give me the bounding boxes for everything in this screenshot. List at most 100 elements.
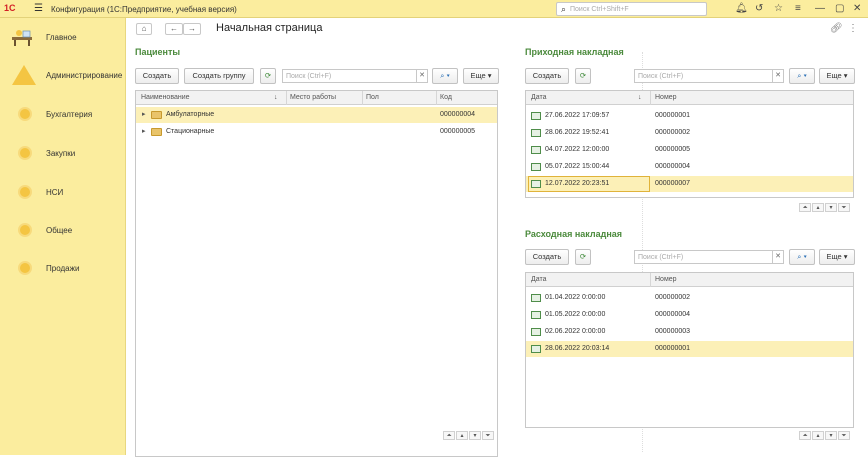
history-icon[interactable]: ↺ bbox=[755, 3, 763, 14]
patients-create-button[interactable]: Создать bbox=[135, 68, 179, 84]
table-row[interactable]: 01.04.2022 0:00:00 000000002 bbox=[526, 290, 853, 306]
sidebar-item-purchases[interactable]: Закупки bbox=[0, 139, 126, 169]
table-row[interactable]: ▸ Амбулаторные 000000004 bbox=[136, 107, 497, 123]
patients-refresh-button[interactable]: ⟳ bbox=[260, 68, 276, 84]
sidebar-item-nsi[interactable]: НСИ bbox=[0, 178, 126, 208]
col-date-header[interactable]: Дата bbox=[531, 276, 547, 283]
document-icon bbox=[531, 163, 541, 171]
page-down-icon[interactable]: ▾ bbox=[469, 431, 481, 440]
page-up-icon[interactable]: ▴ bbox=[456, 431, 468, 440]
table-row[interactable]: 04.07.2022 12:00:00 000000005 bbox=[526, 142, 853, 158]
table-row[interactable]: 02.06.2022 0:00:00 000000003 bbox=[526, 324, 853, 340]
outgoing-search-input[interactable]: Поиск (Ctrl+F) ✕ bbox=[634, 250, 784, 264]
table-row[interactable]: 28.06.2022 20:03:14 000000001 bbox=[526, 341, 853, 357]
table-row[interactable]: ▸ Стационарные 000000005 bbox=[136, 124, 497, 140]
title-bar: 1С ☰ Конфигурация (1С:Предприятие, учебн… bbox=[0, 0, 868, 18]
sidebar-item-main[interactable]: Главное bbox=[0, 23, 126, 53]
sort-icon: ↓ bbox=[638, 94, 642, 101]
search-placeholder: Поиск (Ctrl+F) bbox=[638, 254, 684, 261]
clear-search-icon[interactable]: ✕ bbox=[772, 70, 783, 82]
outgoing-pager[interactable]: ⏶ ▴ ▾ ⏷ bbox=[799, 430, 851, 440]
col-number-header[interactable]: Номер bbox=[655, 276, 677, 283]
menu-icon[interactable]: ☰ bbox=[34, 3, 43, 14]
incoming-pager[interactable]: ⏶ ▴ ▾ ⏷ bbox=[799, 202, 851, 212]
minimize-icon[interactable]: — bbox=[815, 3, 825, 14]
patients-search-button[interactable]: ⌕ ▾ bbox=[432, 68, 458, 84]
incoming-more-button[interactable]: Еще ▾ bbox=[819, 68, 855, 84]
star-icon[interactable]: ☆ bbox=[774, 3, 783, 14]
sidebar-item-label: НСИ bbox=[46, 188, 64, 197]
bell-icon[interactable]: 🔔︎ bbox=[735, 3, 748, 14]
patients-search-input[interactable]: Поиск (Ctrl+F) ✕ bbox=[282, 69, 428, 83]
first-page-icon[interactable]: ⏶ bbox=[443, 431, 455, 440]
col-number-header[interactable]: Номер bbox=[655, 94, 677, 101]
last-page-icon[interactable]: ⏷ bbox=[838, 203, 850, 212]
incoming-refresh-button[interactable]: ⟳ bbox=[575, 68, 591, 84]
settings-menu-icon[interactable]: ≡ bbox=[795, 3, 801, 14]
outgoing-more-button[interactable]: Еще ▾ bbox=[819, 249, 855, 265]
document-icon bbox=[531, 311, 541, 319]
row-date: 02.06.2022 0:00:00 bbox=[545, 328, 606, 335]
clear-search-icon[interactable]: ✕ bbox=[772, 251, 783, 263]
table-row[interactable]: 28.06.2022 19:52:41 000000002 bbox=[526, 125, 853, 141]
sort-icon: ↓ bbox=[274, 94, 278, 101]
outgoing-table[interactable]: Дата Номер 01.04.2022 0:00:00 000000002 … bbox=[525, 272, 854, 428]
row-date: 28.06.2022 20:03:14 bbox=[545, 345, 610, 352]
outgoing-refresh-button[interactable]: ⟳ bbox=[575, 249, 591, 265]
sidebar-item-sales[interactable]: Продажи bbox=[0, 254, 126, 284]
first-page-icon[interactable]: ⏶ bbox=[799, 431, 811, 440]
row-number: 000000002 bbox=[655, 129, 691, 136]
folder-icon bbox=[151, 128, 162, 136]
incoming-table[interactable]: Дата ↓ Номер 27.06.2022 17:09:57 0000000… bbox=[525, 90, 854, 198]
sidebar-item-accounting[interactable]: Бухгалтерия bbox=[0, 100, 126, 130]
table-row[interactable]: 12.07.2022 20:23:51 000000007 bbox=[526, 176, 853, 192]
document-icon bbox=[531, 345, 541, 353]
outgoing-create-button[interactable]: Создать bbox=[525, 249, 569, 265]
section-icon bbox=[18, 185, 32, 199]
sidebar-item-general[interactable]: Общее bbox=[0, 216, 126, 246]
sidebar-item-label: Администрирование bbox=[46, 71, 123, 80]
col-name-header[interactable]: Наименование bbox=[141, 94, 190, 101]
page-down-icon[interactable]: ▾ bbox=[825, 431, 837, 440]
table-row[interactable]: 27.06.2022 17:09:57 000000001 bbox=[526, 108, 853, 124]
forward-button[interactable]: → bbox=[183, 23, 201, 35]
expand-icon[interactable]: ▸ bbox=[142, 127, 146, 135]
row-number: 000000004 bbox=[655, 311, 691, 318]
arrow-left-icon: ← bbox=[170, 24, 178, 33]
row-date: 12.07.2022 20:23:51 bbox=[545, 180, 610, 187]
table-row[interactable]: 01.05.2022 0:00:00 000000004 bbox=[526, 307, 853, 323]
table-row[interactable]: 05.07.2022 15:00:44 000000004 bbox=[526, 159, 853, 175]
maximize-icon[interactable]: ▢ bbox=[835, 3, 844, 14]
incoming-search-input[interactable]: Поиск (Ctrl+F) ✕ bbox=[634, 69, 784, 83]
patients-table[interactable]: Наименование ↓ Место работы Пол Код ▸ Ам… bbox=[135, 90, 498, 457]
patients-create-group-button[interactable]: Создать группу bbox=[184, 68, 254, 84]
global-search-input[interactable]: ⌕ Поиск Ctrl+Shift+F bbox=[556, 2, 707, 16]
incoming-create-button[interactable]: Создать bbox=[525, 68, 569, 84]
back-button[interactable]: ← bbox=[165, 23, 183, 35]
section-icon bbox=[18, 223, 32, 237]
home-button[interactable]: ⌂ bbox=[136, 23, 152, 35]
last-page-icon[interactable]: ⏷ bbox=[838, 431, 850, 440]
divider bbox=[436, 91, 437, 105]
sidebar-item-label: Продажи bbox=[46, 264, 80, 273]
link-icon[interactable]: 🔗︎ bbox=[830, 23, 843, 34]
sidebar-item-administration[interactable]: Администрирование bbox=[0, 61, 126, 91]
table-header: Дата Номер bbox=[526, 273, 853, 287]
first-page-icon[interactable]: ⏶ bbox=[799, 203, 811, 212]
last-page-icon[interactable]: ⏷ bbox=[482, 431, 494, 440]
expand-icon[interactable]: ▸ bbox=[142, 110, 146, 118]
close-icon[interactable]: ✕ bbox=[853, 3, 861, 14]
col-sex-header[interactable]: Пол bbox=[366, 94, 379, 101]
patients-pager[interactable]: ⏶ ▴ ▾ ⏷ bbox=[443, 430, 495, 440]
col-date-header[interactable]: Дата bbox=[531, 94, 547, 101]
more-vertical-icon[interactable]: ⋮ bbox=[848, 23, 858, 34]
incoming-search-button[interactable]: ⌕ ▾ bbox=[789, 68, 815, 84]
patients-more-button[interactable]: Еще ▾ bbox=[463, 68, 499, 84]
outgoing-search-button[interactable]: ⌕ ▾ bbox=[789, 249, 815, 265]
page-up-icon[interactable]: ▴ bbox=[812, 431, 824, 440]
col-work-header[interactable]: Место работы bbox=[290, 94, 336, 101]
page-down-icon[interactable]: ▾ bbox=[825, 203, 837, 212]
col-code-header[interactable]: Код bbox=[440, 94, 452, 101]
page-up-icon[interactable]: ▴ bbox=[812, 203, 824, 212]
clear-search-icon[interactable]: ✕ bbox=[416, 70, 427, 82]
